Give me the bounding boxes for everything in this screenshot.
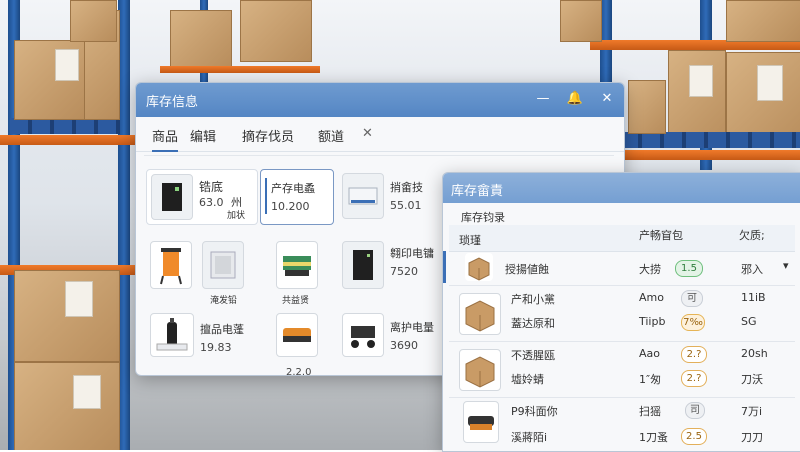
product-image xyxy=(151,174,193,220)
window-title: 库存畲責 xyxy=(451,184,504,199)
window-titlebar: 库存畲責 xyxy=(443,173,800,203)
item-name-secondary: 墟姈蜻 xyxy=(511,373,544,386)
tab-channels[interactable]: 额道 xyxy=(318,126,344,145)
window-title: 库存信息 xyxy=(146,95,199,110)
product-name: 锆底 xyxy=(199,180,224,194)
box-icon xyxy=(459,293,501,335)
carton-box xyxy=(240,0,312,62)
table-header: 琐瑾 产畅窅包 欠质; xyxy=(449,225,795,252)
tab-bar: 商品 编辑 摘存伐员 额道 ✕ xyxy=(136,117,624,152)
product-value: 10.200 xyxy=(271,200,310,213)
product-image[interactable] xyxy=(150,241,192,289)
item-name: 不透腥瓯 xyxy=(511,349,555,362)
product-value: 63.0 xyxy=(199,196,224,209)
carton-box xyxy=(170,10,232,67)
product-value: 3690 xyxy=(390,339,418,352)
item-cell: 1″匆 xyxy=(639,373,662,386)
item-cell: 刀刀 xyxy=(741,431,763,444)
carton-box xyxy=(726,0,800,42)
product-caption: 淹发铅 xyxy=(210,296,238,306)
close-tab-icon[interactable]: ✕ xyxy=(362,126,373,141)
pallet xyxy=(10,118,120,134)
product-value: 7520 xyxy=(390,265,418,278)
carton-box xyxy=(70,0,117,42)
status-badge: 可 xyxy=(681,290,703,307)
product-image[interactable] xyxy=(342,241,384,289)
status-badge: 2.5 xyxy=(681,428,707,445)
product-card[interactable]: 捎畲技 55.01 xyxy=(338,169,438,223)
item-cell: SG xyxy=(741,315,757,328)
product-name: 擅品电蓬 xyxy=(200,323,244,336)
product-caption: 共益贤 xyxy=(282,296,310,306)
box-icon xyxy=(459,349,501,391)
product-name: 翱印电镛 xyxy=(390,247,434,260)
status-badge: 2.? xyxy=(681,346,707,363)
product-value: 19.83 xyxy=(200,341,232,354)
status-badge: 7‰ xyxy=(681,314,705,331)
product-card[interactable]: 产存电蟊 10.200 xyxy=(260,169,334,225)
minimize-icon[interactable]: — xyxy=(534,90,552,108)
close-icon[interactable]: ✕ xyxy=(598,90,616,108)
product-image xyxy=(342,173,384,219)
product-value: 2.2.0 xyxy=(286,367,312,376)
product-image[interactable] xyxy=(342,313,384,357)
item-name-secondary: 溪蔣陌i xyxy=(511,431,548,444)
product-name: 离护电量 xyxy=(390,321,434,334)
carton-box xyxy=(14,40,86,120)
item-cell: 20sh xyxy=(741,347,768,360)
item-cell: Aao xyxy=(639,347,660,360)
divider xyxy=(144,155,614,156)
item-cell: Amo xyxy=(639,291,664,304)
item-name-secondary: 蓋达原和 xyxy=(511,317,555,330)
inventory-detail-window: 库存畲責 库存钧录 琐瑾 产畅窅包 欠质; 授揚値蝕 大捞 1.5 邪入 ▾ 产… xyxy=(442,172,800,452)
column-header[interactable]: 琐瑾 xyxy=(459,232,481,248)
carton-box xyxy=(628,80,666,134)
pallet xyxy=(620,132,800,148)
item-cell: 7万i xyxy=(741,405,763,418)
product-value: 55.01 xyxy=(390,199,422,212)
table-row[interactable]: 不透腥瓯 墟姈蜻 Aao 1″匆 2.? 2.? 20sh 刀沃 xyxy=(449,341,795,398)
box-icon xyxy=(465,253,493,281)
item-cell: 大捞 xyxy=(639,263,661,276)
status-badge: 司 xyxy=(685,402,705,419)
bell-icon[interactable]: 🔔 xyxy=(566,90,584,108)
product-status: 加状 xyxy=(227,211,246,221)
product-name: 捎畲技 xyxy=(390,181,423,194)
product-card[interactable]: 锆底 州 63.0 加状 xyxy=(146,169,258,225)
product-image[interactable] xyxy=(276,313,318,357)
selection-indicator xyxy=(443,251,446,283)
status-badge: 1.5 xyxy=(675,260,703,277)
column-header[interactable]: 产畅窅包 xyxy=(639,227,683,243)
item-cell: 1刀蚤 xyxy=(639,431,668,444)
product-image[interactable] xyxy=(276,241,318,289)
rack-beam xyxy=(160,66,320,73)
product-image[interactable] xyxy=(202,241,244,289)
item-cell: 刀沃 xyxy=(741,373,763,386)
tab-stock[interactable]: 摘存伐员 xyxy=(242,126,294,145)
item-name: P9科面你 xyxy=(511,405,558,418)
window-titlebar: 库存信息 — 🔔 ✕ xyxy=(136,83,624,117)
column-header[interactable]: 欠质; xyxy=(739,227,765,243)
carton-box xyxy=(14,270,120,362)
tab-edit[interactable]: 编辑 xyxy=(190,126,216,145)
section-subtitle: 库存钧录 xyxy=(461,211,505,224)
item-cell: 11iB xyxy=(741,291,766,304)
carton-box xyxy=(560,0,602,42)
rack-beam xyxy=(0,135,135,145)
table-row[interactable]: 产和小黨 蓋达原和 Amo Tiipb 可 7‰ 11iB SG xyxy=(449,285,795,342)
item-name: 产和小黨 xyxy=(511,293,555,306)
item-cell: Tiipb xyxy=(639,315,666,328)
product-icon xyxy=(463,401,499,443)
chevron-down-icon[interactable]: ▾ xyxy=(783,259,789,272)
table-row[interactable]: 授揚値蝕 大捞 1.5 邪入 ▾ xyxy=(449,251,795,286)
tab-products[interactable]: 商品 xyxy=(152,126,179,152)
item-cell: 扫猺 xyxy=(639,405,661,418)
status-badge: 2.? xyxy=(681,370,707,387)
item-cell: 邪入 xyxy=(741,263,763,276)
carton-box xyxy=(14,362,120,450)
table-row[interactable]: P9科面你 溪蔣陌i 扫猺 1刀蚤 司 2.5 7万i 刀刀 xyxy=(449,397,795,451)
item-name: 授揚値蝕 xyxy=(505,263,549,276)
product-image[interactable] xyxy=(150,313,194,357)
product-name: 产存电蟊 xyxy=(271,182,315,195)
